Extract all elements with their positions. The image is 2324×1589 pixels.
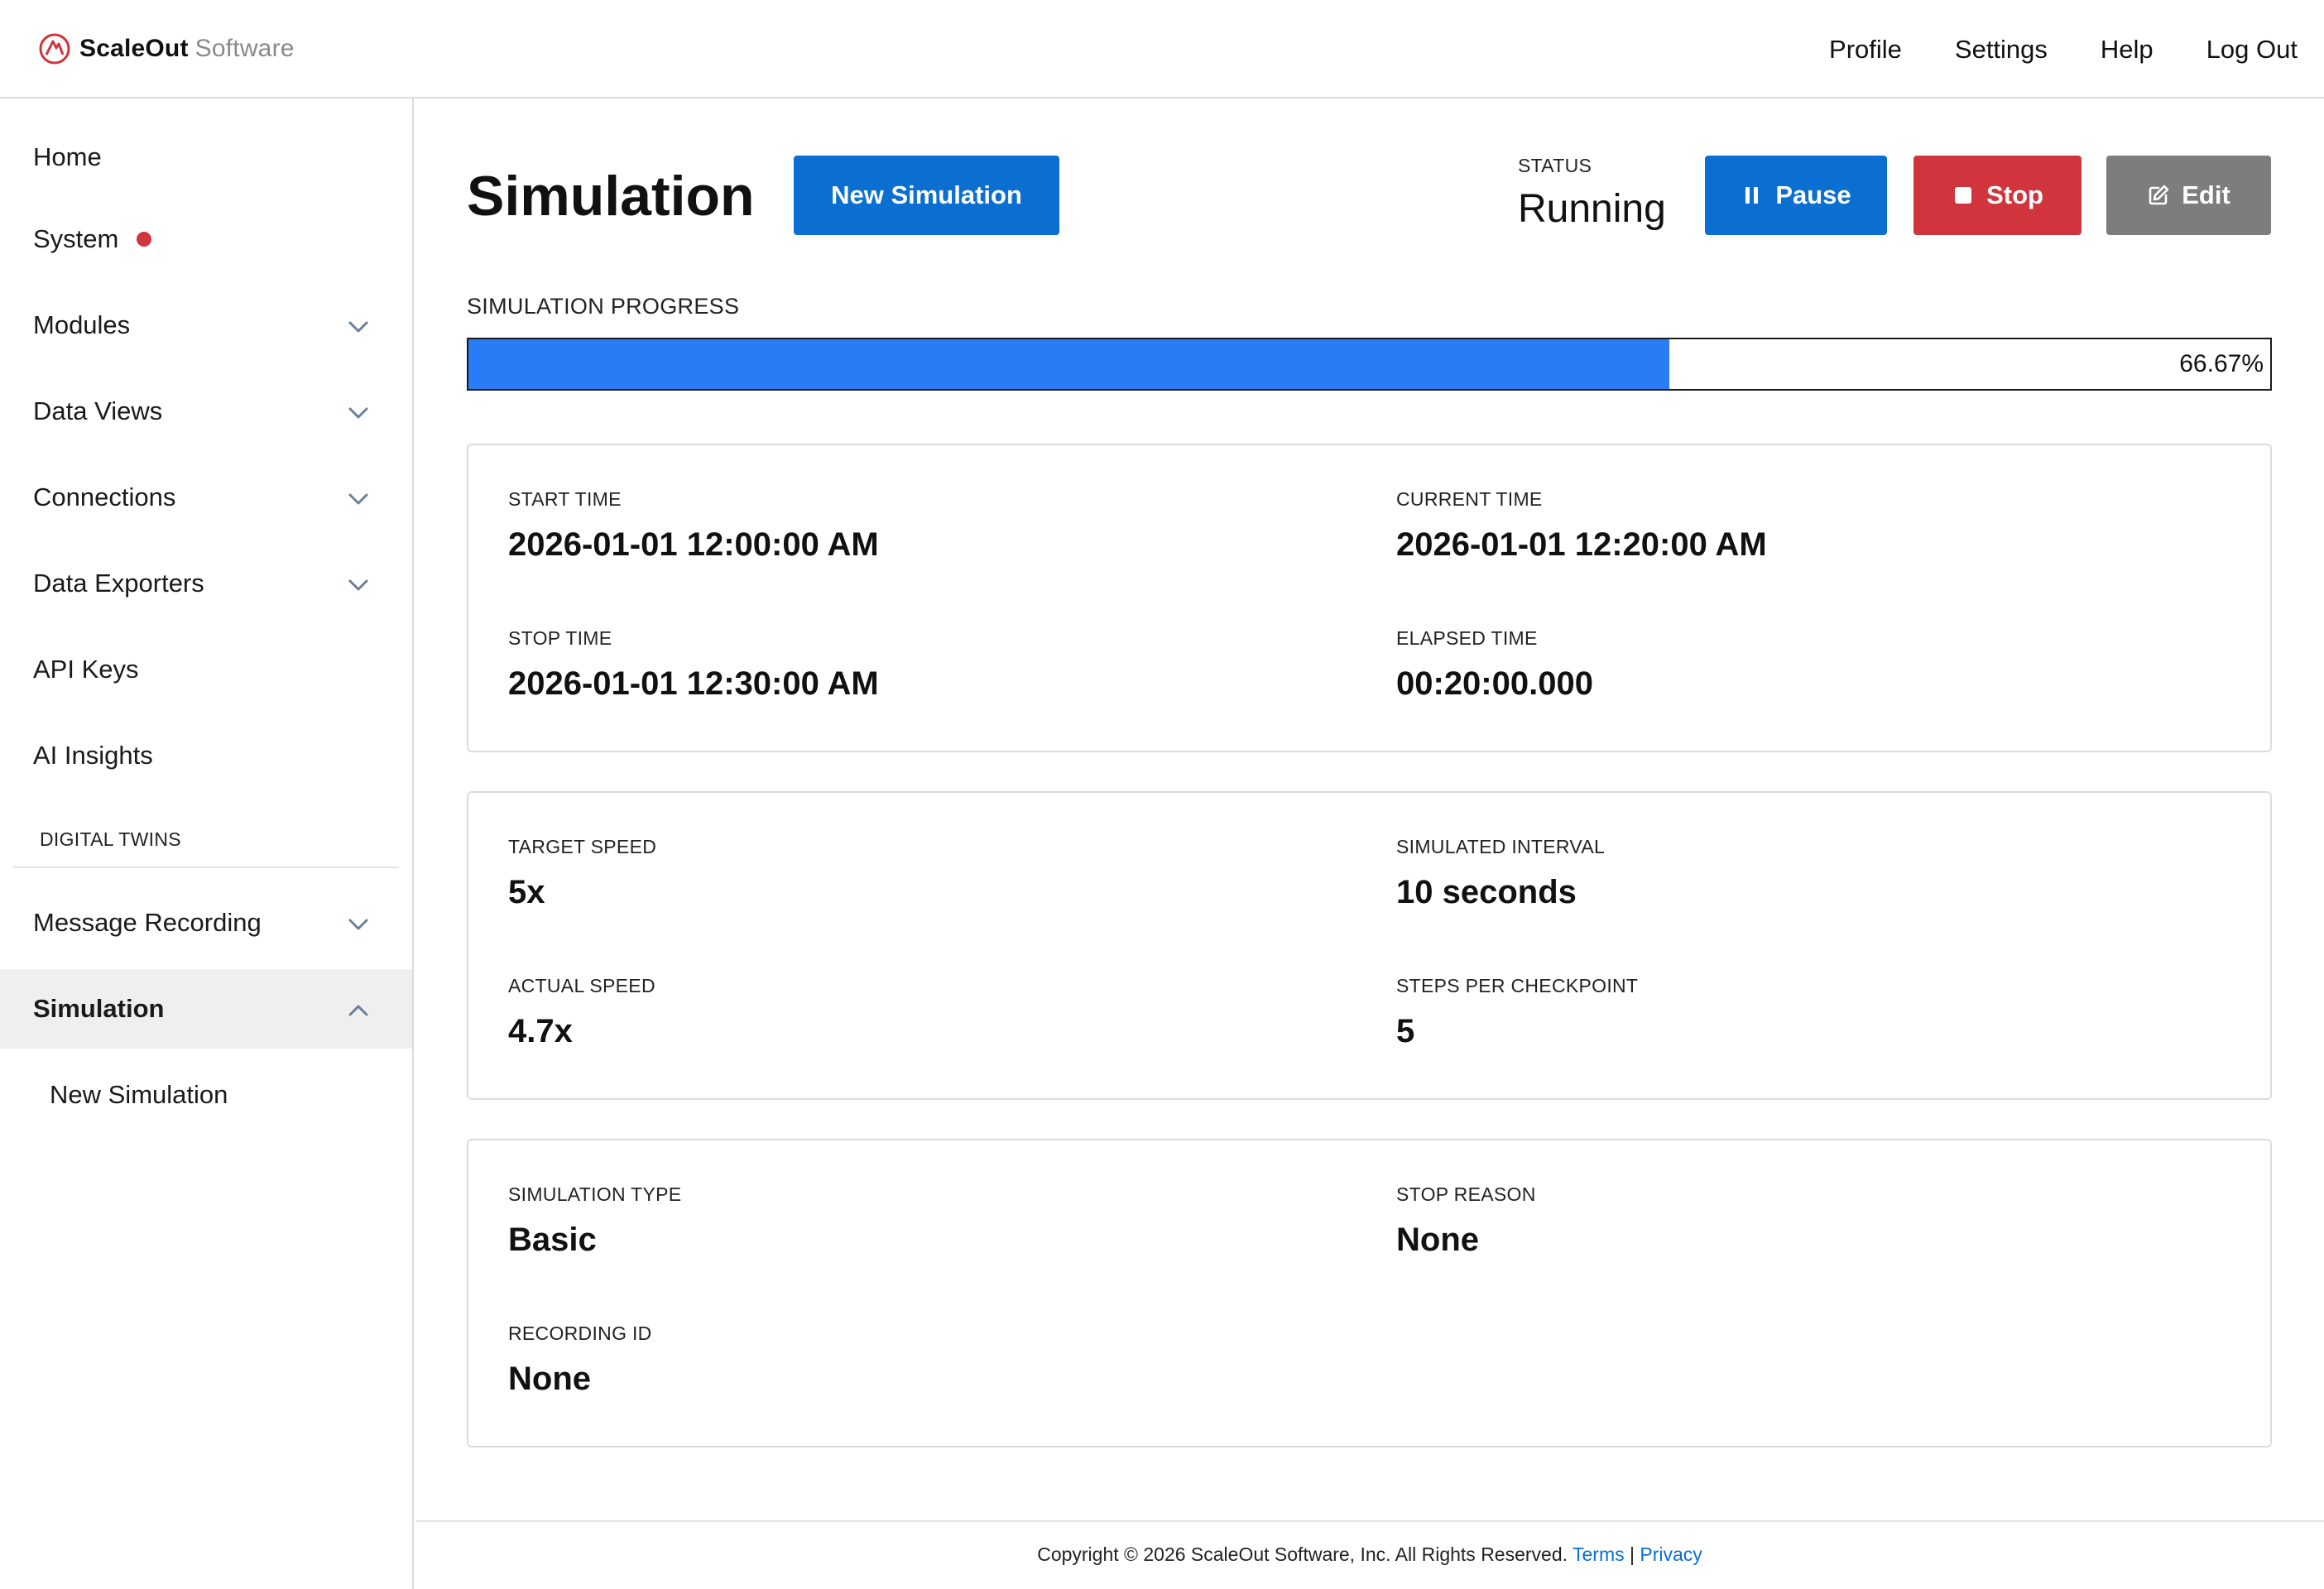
edit-button[interactable]: Edit <box>2106 156 2271 235</box>
actual-speed-value: 4.7x <box>508 1013 573 1049</box>
sidebar-item-label: API Keys <box>33 655 139 684</box>
stop-reason-value: None <box>1396 1222 1479 1258</box>
new-simulation-button-label: New Simulation <box>831 180 1022 209</box>
chevron-down-icon <box>348 919 368 930</box>
main-content: Simulation New Simulation STATUS Running… <box>415 98 2324 1589</box>
sidebar-item-connections[interactable]: Connections <box>0 458 412 537</box>
sidebar-item-modules[interactable]: Modules <box>0 286 412 365</box>
sidebar-item-data-exporters[interactable]: Data Exporters <box>0 544 412 623</box>
start-time-label: START TIME <box>508 488 622 510</box>
chevron-up-icon <box>348 1005 368 1016</box>
simulated-interval-value: 10 seconds <box>1396 874 1577 910</box>
sidebar-item-api-keys[interactable]: API Keys <box>0 630 412 709</box>
sidebar-item-message-recording[interactable]: Message Recording <box>0 883 412 963</box>
footer-text: Copyright © 2026 ScaleOut Software, Inc.… <box>415 1543 2324 1566</box>
brand-name: ScaleOut Software <box>79 35 295 63</box>
target-speed-label: TARGET SPEED <box>508 836 657 857</box>
elapsed-time-label: ELAPSED TIME <box>1396 627 1538 649</box>
sidebar-item-system[interactable]: System <box>0 199 412 279</box>
sidebar: Home System Modules Data Views Connectio… <box>0 98 414 1589</box>
brand-name-light: Software <box>194 35 295 62</box>
details-card: SIMULATION TYPE Basic STOP REASON None R… <box>467 1139 2272 1447</box>
nav-profile[interactable]: Profile <box>1829 30 1902 70</box>
sidebar-item-label: Data Exporters <box>33 569 204 598</box>
timing-card: START TIME 2026-01-01 12:00:00 AM CURREN… <box>467 444 2272 752</box>
sidebar-item-label: Simulation <box>33 994 165 1023</box>
progress-bar: 66.67% <box>467 338 2272 391</box>
target-speed-value: 5x <box>508 874 545 910</box>
sidebar-item-label: AI Insights <box>33 741 153 770</box>
sidebar-item-data-views[interactable]: Data Views <box>0 372 412 451</box>
sidebar-item-label: Home <box>33 142 102 171</box>
edit-button-label: Edit <box>2182 180 2230 209</box>
terms-link[interactable]: Terms <box>1573 1543 1625 1565</box>
brand-logo[interactable]: ScaleOut Software <box>38 31 295 66</box>
scaleout-logo-icon <box>39 33 70 65</box>
status-value: Running <box>1518 187 1666 231</box>
sidebar-item-label: Data Views <box>33 396 163 425</box>
steps-per-checkpoint-value: 5 <box>1396 1013 1415 1049</box>
top-nav: Profile Settings Help Log Out <box>1829 30 2298 70</box>
footer: Copyright © 2026 ScaleOut Software, Inc.… <box>415 1520 2324 1589</box>
section-label-digital-twins: DIGITAL TWINS <box>40 828 181 850</box>
progress-percent: 66.67% <box>2179 350 2264 377</box>
nav-settings[interactable]: Settings <box>1955 30 2048 70</box>
section-divider <box>13 867 399 868</box>
sidebar-subitem-label: New Simulation <box>50 1080 228 1109</box>
stop-button-label: Stop <box>1986 180 2043 209</box>
actual-speed-label: ACTUAL SPEED <box>508 975 655 996</box>
status-label: STATUS <box>1518 155 1592 176</box>
pause-button-label: Pause <box>1775 180 1851 209</box>
stop-button[interactable]: Stop <box>1913 156 2082 235</box>
stop-reason-label: STOP REASON <box>1396 1183 1536 1205</box>
privacy-link[interactable]: Privacy <box>1640 1543 1702 1565</box>
recording-id-value: None <box>508 1361 591 1397</box>
status-dot-icon <box>137 232 152 247</box>
sidebar-item-home[interactable]: Home <box>0 118 412 197</box>
edit-icon <box>2149 185 2169 205</box>
chevron-down-icon <box>348 493 368 505</box>
steps-per-checkpoint-label: STEPS PER CHECKPOINT <box>1396 975 1639 996</box>
sidebar-subitem-new-simulation[interactable]: New Simulation <box>0 1055 412 1135</box>
copyright-text: Copyright © 2026 ScaleOut Software, Inc.… <box>1037 1543 1568 1565</box>
recording-id-label: RECORDING ID <box>508 1323 652 1344</box>
stop-time-value: 2026-01-01 12:30:00 AM <box>508 665 879 702</box>
stop-time-label: STOP TIME <box>508 627 612 649</box>
simulation-type-value: Basic <box>508 1222 597 1258</box>
stop-icon <box>1955 187 1972 204</box>
sidebar-item-simulation[interactable]: Simulation <box>0 969 412 1049</box>
chevron-down-icon <box>348 321 368 333</box>
brand-name-strong: ScaleOut <box>79 35 189 62</box>
start-time-value: 2026-01-01 12:00:00 AM <box>508 526 879 563</box>
simulated-interval-label: SIMULATED INTERVAL <box>1396 836 1606 857</box>
sidebar-item-label: Message Recording <box>33 908 262 937</box>
chevron-down-icon <box>348 579 368 591</box>
chevron-down-icon <box>348 407 368 419</box>
pause-button[interactable]: Pause <box>1705 156 1887 235</box>
page-title: Simulation <box>467 165 755 228</box>
nav-help[interactable]: Help <box>2101 30 2154 70</box>
new-simulation-button[interactable]: New Simulation <box>794 156 1059 235</box>
nav-log-out[interactable]: Log Out <box>2206 30 2298 70</box>
footer-separator: | <box>1630 1543 1635 1565</box>
current-time-label: CURRENT TIME <box>1396 488 1543 510</box>
sidebar-item-label: System <box>33 224 119 253</box>
pause-icon <box>1745 187 1759 204</box>
top-bar: ScaleOut Software Profile Settings Help L… <box>0 0 2324 98</box>
sidebar-item-label: Connections <box>33 482 176 511</box>
current-time-value: 2026-01-01 12:20:00 AM <box>1396 526 1767 563</box>
sidebar-item-ai-insights[interactable]: AI Insights <box>0 716 412 795</box>
progress-label: SIMULATION PROGRESS <box>467 294 740 319</box>
speed-card: TARGET SPEED 5x SIMULATED INTERVAL 10 se… <box>467 791 2272 1100</box>
elapsed-time-value: 00:20:00.000 <box>1396 665 1593 702</box>
progress-bar-fill <box>468 339 1670 389</box>
simulation-type-label: SIMULATION TYPE <box>508 1183 682 1205</box>
sidebar-item-label: Modules <box>33 310 131 339</box>
